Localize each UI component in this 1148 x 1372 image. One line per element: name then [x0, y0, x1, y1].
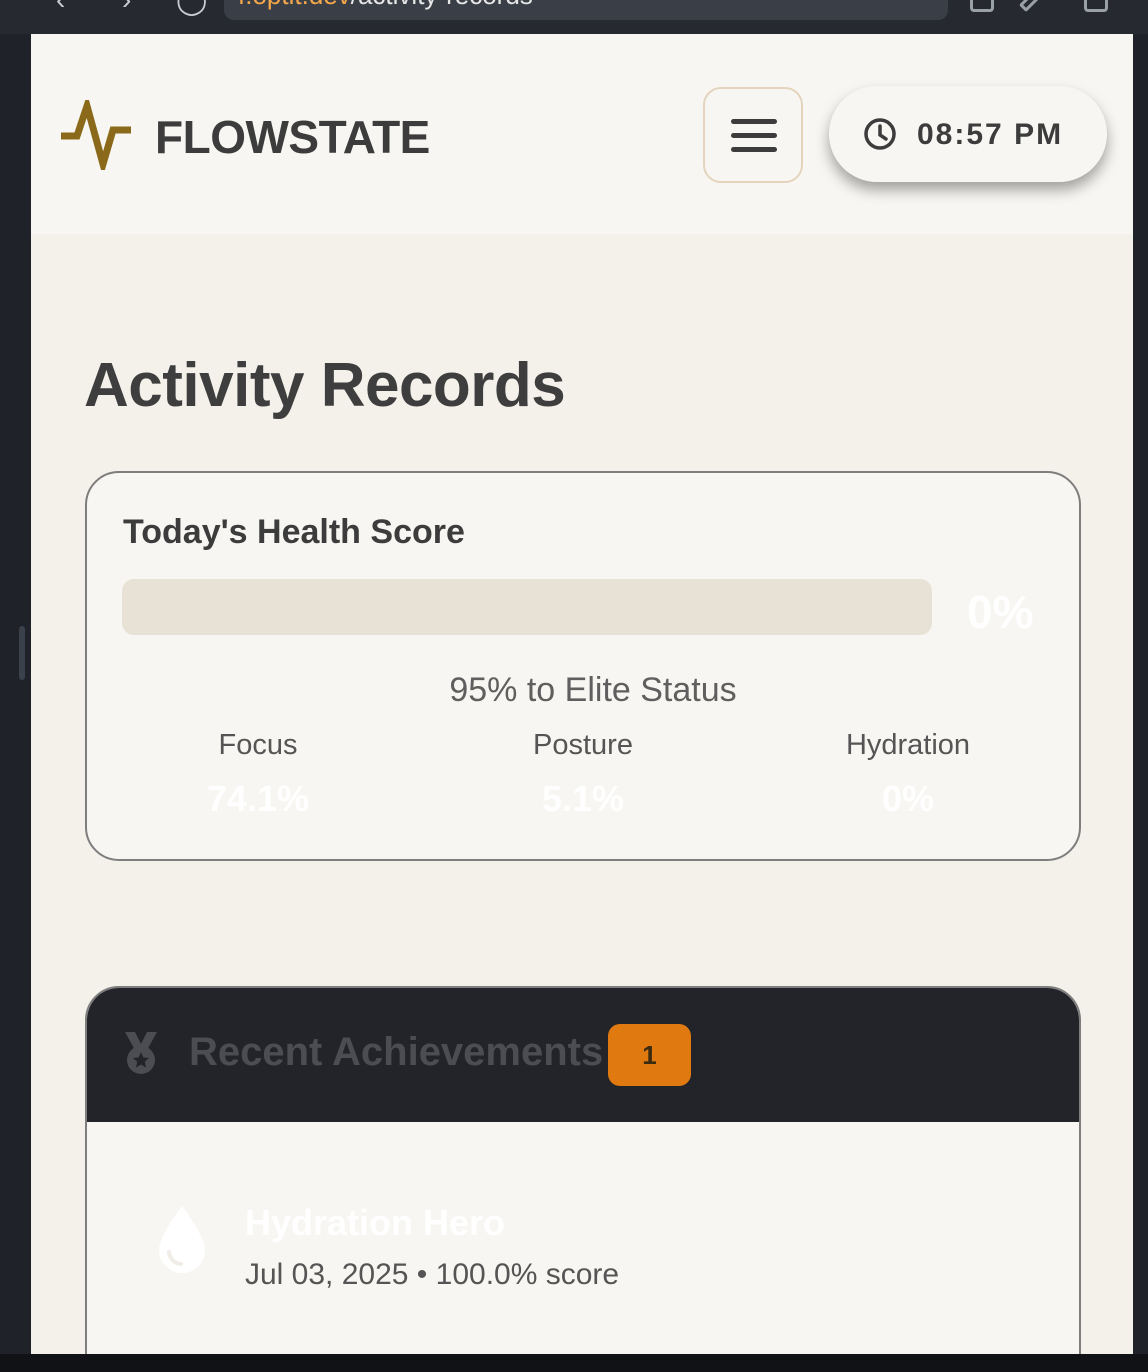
metric-hydration: Hydration 0% [778, 729, 1038, 820]
achievement-meta: Jul 03, 2025 • 100.0% score [245, 1258, 620, 1291]
left-rail [0, 34, 31, 1372]
menu-button[interactable] [703, 87, 803, 183]
reload-icon[interactable]: ◯ [176, 0, 207, 14]
metric-value: 0% [881, 778, 935, 819]
right-rail [1133, 34, 1148, 1372]
metric-posture: Posture 5.1% [453, 729, 713, 820]
address-bar[interactable]: f.optit.dev/activity-records [224, 0, 948, 20]
pulse-logo-icon [61, 100, 131, 170]
hamburger-icon-line [731, 133, 777, 138]
recent-achievements-card: Recent Achievements 1 Hydration Hero Jul… [85, 986, 1081, 1354]
medal-icon [125, 1032, 157, 1074]
metric-label: Posture [533, 729, 633, 761]
page-title: Activity Records [84, 351, 566, 420]
page-viewport: FLOWSTATE 08:57 PM Activity Records Toda… [31, 34, 1133, 1354]
health-score-card: Today's Health Score 0% 95% to Elite Sta… [85, 471, 1081, 861]
app-header: FLOWSTATE 08:57 PM [31, 34, 1133, 234]
url-path: /activity-records [351, 0, 533, 10]
health-score-title: Today's Health Score [123, 513, 465, 551]
clock-display: 08:57 PM [829, 86, 1107, 182]
droplet-icon [159, 1206, 205, 1273]
metric-value: 74.1% [206, 778, 310, 819]
pen-icon[interactable] [1018, 0, 1044, 13]
bottom-strip [0, 1354, 1148, 1372]
display-icon[interactable] [970, 0, 994, 12]
achievements-header: Recent Achievements 1 [87, 988, 1079, 1122]
achievement-title: Hydration Hero [245, 1202, 506, 1243]
resize-handle[interactable] [19, 626, 25, 680]
health-score-progress-bar [122, 579, 932, 635]
brand-name[interactable]: FLOWSTATE [155, 110, 430, 164]
metric-focus: Focus 74.1% [128, 729, 388, 820]
forward-icon[interactable]: › [122, 0, 131, 14]
achievements-count-badge: 1 [608, 1024, 691, 1086]
browser-chrome: ‹ › ◯ f.optit.dev/activity-records [0, 0, 1148, 34]
current-time: 08:57 PM [917, 118, 1064, 151]
url-host: f.optit.dev [238, 0, 351, 10]
metric-value: 5.1% [541, 778, 625, 819]
elite-status-text: 95% to Elite Status [449, 671, 737, 709]
back-icon[interactable]: ‹ [56, 0, 65, 14]
achievements-title: Recent Achievements [189, 1030, 604, 1074]
hamburger-icon [731, 119, 777, 124]
metric-label: Hydration [845, 729, 971, 761]
metric-label: Focus [218, 729, 298, 761]
window-icon[interactable] [1084, 0, 1108, 12]
hamburger-icon-line [731, 147, 777, 152]
health-score-percent: 0% [967, 586, 1034, 638]
clock-icon [864, 118, 896, 150]
